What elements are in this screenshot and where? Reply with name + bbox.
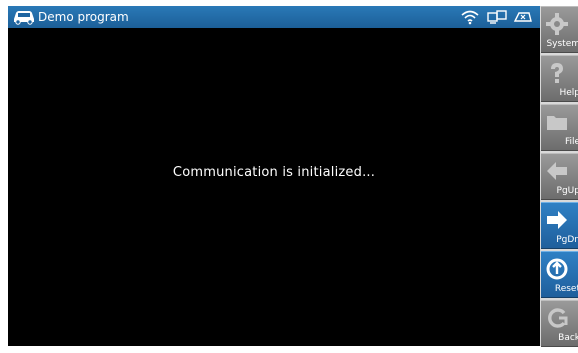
vci-link-icon — [513, 12, 532, 22]
arrow-left-icon — [547, 162, 567, 180]
back-icon — [548, 308, 568, 328]
content-screen: Communication is initialized... — [8, 28, 540, 346]
pc-link-icon — [487, 10, 507, 24]
back-label: Back — [558, 333, 578, 343]
file-button[interactable]: File — [541, 104, 578, 151]
car-icon — [14, 11, 34, 25]
back-button[interactable]: Back — [541, 300, 578, 347]
folder-icon — [547, 116, 567, 130]
pgup-label: PgUp — [556, 186, 578, 196]
reset-icon — [546, 258, 568, 280]
system-button[interactable]: System — [541, 6, 578, 53]
wifi-icon — [461, 10, 479, 25]
title-bar: Demo program — [8, 6, 540, 28]
system-label: System — [546, 39, 578, 49]
arrow-right-icon — [547, 211, 567, 229]
pgup-button[interactable]: PgUp — [541, 153, 578, 200]
gear-icon — [546, 13, 568, 35]
status-message: Communication is initialized... — [172, 165, 376, 180]
help-button[interactable]: Help — [541, 55, 578, 102]
reset-label: Reset — [554, 284, 578, 294]
reset-button[interactable]: Reset — [541, 251, 578, 298]
side-toolbar: System Help File PgUp PgDn Reset — [540, 6, 578, 347]
question-icon — [551, 63, 563, 83]
pgdn-button[interactable]: PgDn — [541, 202, 578, 249]
main-window: Demo program Communication is initialize… — [8, 6, 540, 346]
file-label: File — [564, 137, 578, 147]
help-label: Help — [559, 88, 578, 98]
app-title: Demo program — [38, 10, 129, 24]
pgdn-label: PgDn — [556, 235, 578, 245]
